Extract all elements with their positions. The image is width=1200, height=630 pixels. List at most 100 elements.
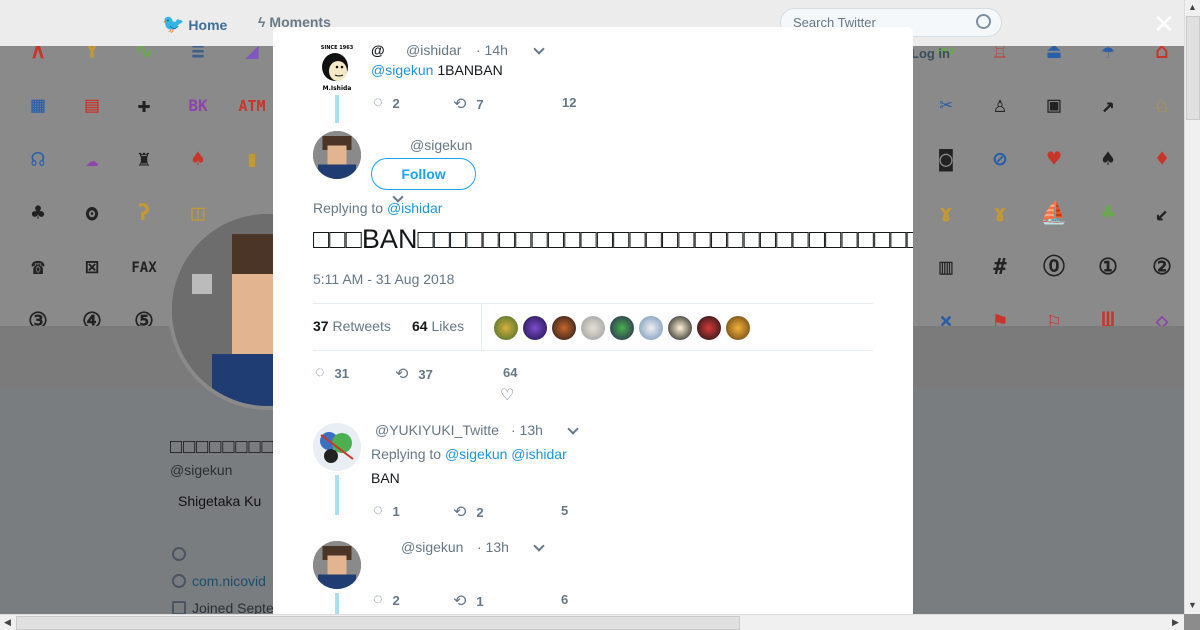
avatar-ishidar[interactable]: SINCE 1963 M.Ishida [313,43,361,91]
scroll-up-icon[interactable]: ▲ [1188,2,1197,12]
location-icon [172,547,186,561]
reply1-handle[interactable]: @YUKIYUKI_Twitte [375,422,499,438]
profile-name: □□□□□□□□□ [170,436,288,458]
reply-button[interactable]: ◌ 1 [373,502,400,520]
like-button[interactable]: 12 [562,95,576,110]
retweets-stat[interactable]: 37 Retweets [313,318,391,334]
reply1-time[interactable]: · 13h [511,422,543,438]
reply1-mention1[interactable]: @sigekun [445,446,507,462]
reply-count: 2 [392,95,400,111]
tweet-modal: SINCE 1963 M.Ishida @ @ishidar · 14h @si… [273,27,913,630]
avatar-yukiyuki[interactable] [313,423,361,471]
reply-icon: ◌ [373,94,383,111]
nav-home[interactable]: 🐦 Home [162,14,227,35]
liker-avatar[interactable] [726,316,750,340]
like-button[interactable]: 6 [561,592,568,607]
horizontal-scrollbar[interactable]: ◀ ▶ [0,614,1184,630]
main-tweet-timestamp[interactable]: 5:11 AM - 31 Aug 2018 [313,271,454,287]
login-link[interactable]: Log in [911,46,950,61]
retweet-button[interactable]: ⟲ 1 [453,591,484,611]
tweet1-mention[interactable]: @sigekun [371,62,433,78]
reply-count: 1 [392,503,400,519]
location-row [172,546,192,562]
follow-button[interactable]: Follow [371,158,476,190]
liker-avatar[interactable] [581,316,605,340]
thread-line [335,95,339,123]
tweet-stats: 37 Retweets 64 Likes [313,303,873,351]
like-count-label: 64 [503,365,517,380]
profile-handle: @sigekun [170,462,233,478]
chevron-down-icon[interactable] [533,43,545,55]
reply-count: 2 [392,592,400,608]
vertical-scroll-thumb[interactable] [1186,16,1200,120]
tweet1-handle[interactable]: @ishidar [406,42,461,58]
chevron-down-icon[interactable] [567,423,579,435]
reply-button[interactable]: ◌ 2 [373,94,400,112]
tweet1-time[interactable]: · 14h [476,42,508,58]
avatar-sigekun[interactable] [313,131,361,179]
reply-button[interactable]: ◌ 2 [373,591,400,609]
profile-link[interactable]: com.nicovid [172,573,266,589]
liker-avatar[interactable] [523,316,547,340]
likes-stat[interactable]: 64 Likes [412,318,464,334]
vertical-scrollbar[interactable]: ▲ ▼ [1184,0,1200,614]
replying-to-link[interactable]: @ishidar [387,200,442,216]
like-count: 6 [561,592,569,607]
stats-divider [481,304,482,351]
likes-count: 64 [412,318,428,334]
retweet-button[interactable]: ⟲ 7 [453,94,484,114]
replying-prefix: Replying to [313,200,384,216]
liker-avatar[interactable] [494,316,518,340]
like-button[interactable]: ♡ [500,385,514,405]
profile-bio: Shigetaka Ku [178,493,262,509]
reply1-mention2[interactable]: @ishidar [511,446,566,462]
like-button[interactable]: 5 [561,503,568,518]
likes-label: Likes [431,318,465,334]
liker-avatar[interactable] [697,316,721,340]
scroll-right-icon[interactable]: ▶ [1172,617,1179,628]
search-icon[interactable] [976,14,991,29]
svg-text:M.Ishida: M.Ishida [323,85,352,91]
reply-button[interactable]: ◌ 31 [315,364,349,382]
reply2-handle[interactable]: @sigekun [401,539,463,555]
retweet-icon: ⟲ [453,504,467,521]
retweets-label: Retweets [332,318,391,334]
reply-icon: ◌ [373,591,383,608]
profile-link-text[interactable]: com.nicovid [192,573,266,589]
thread-line [335,475,339,515]
horizontal-scroll-thumb[interactable] [16,616,740,630]
reply-icon: ◌ [315,364,325,381]
avatar-sigekun[interactable] [313,541,361,589]
calendar-icon [172,601,186,615]
liker-avatar[interactable] [610,316,634,340]
retweet-icon: ⟲ [395,366,409,383]
retweet-icon: ⟲ [453,593,467,610]
like-count: 5 [561,503,569,518]
link-icon [172,574,186,588]
replying-prefix: Replying to [371,446,442,462]
reply-icon: ◌ [373,502,383,519]
retweet-button[interactable]: ⟲ 2 [453,502,484,522]
retweet-count: 37 [418,366,433,382]
liker-avatar[interactable] [552,316,576,340]
close-icon[interactable]: ✕ [1153,10,1175,38]
retweets-count: 37 [313,318,329,334]
nav-home-label: Home [188,16,228,33]
heart-icon: ♡ [500,387,515,404]
main-tweet-handle[interactable]: @sigekun [410,137,472,153]
reply1-replying: Replying to @sigekun @ishidar [371,446,567,462]
tweet1-name[interactable]: @ [371,42,385,58]
chevron-down-icon[interactable] [533,540,545,552]
reply-count: 31 [334,365,349,381]
reply1-text: BAN [371,470,400,486]
liker-avatar[interactable] [668,316,692,340]
scroll-left-icon[interactable]: ◀ [4,617,11,628]
liker-avatar[interactable] [639,316,663,340]
tweet1-text: @sigekun 1BANBAN [371,62,503,78]
retweet-count: 7 [476,96,484,112]
reply2-time[interactable]: · 13h [477,539,509,555]
like-count: 64 [503,365,518,380]
retweet-button[interactable]: ⟲ 37 [395,364,433,384]
scroll-down-icon[interactable]: ▼ [1188,600,1197,610]
retweet-count: 2 [476,504,484,520]
